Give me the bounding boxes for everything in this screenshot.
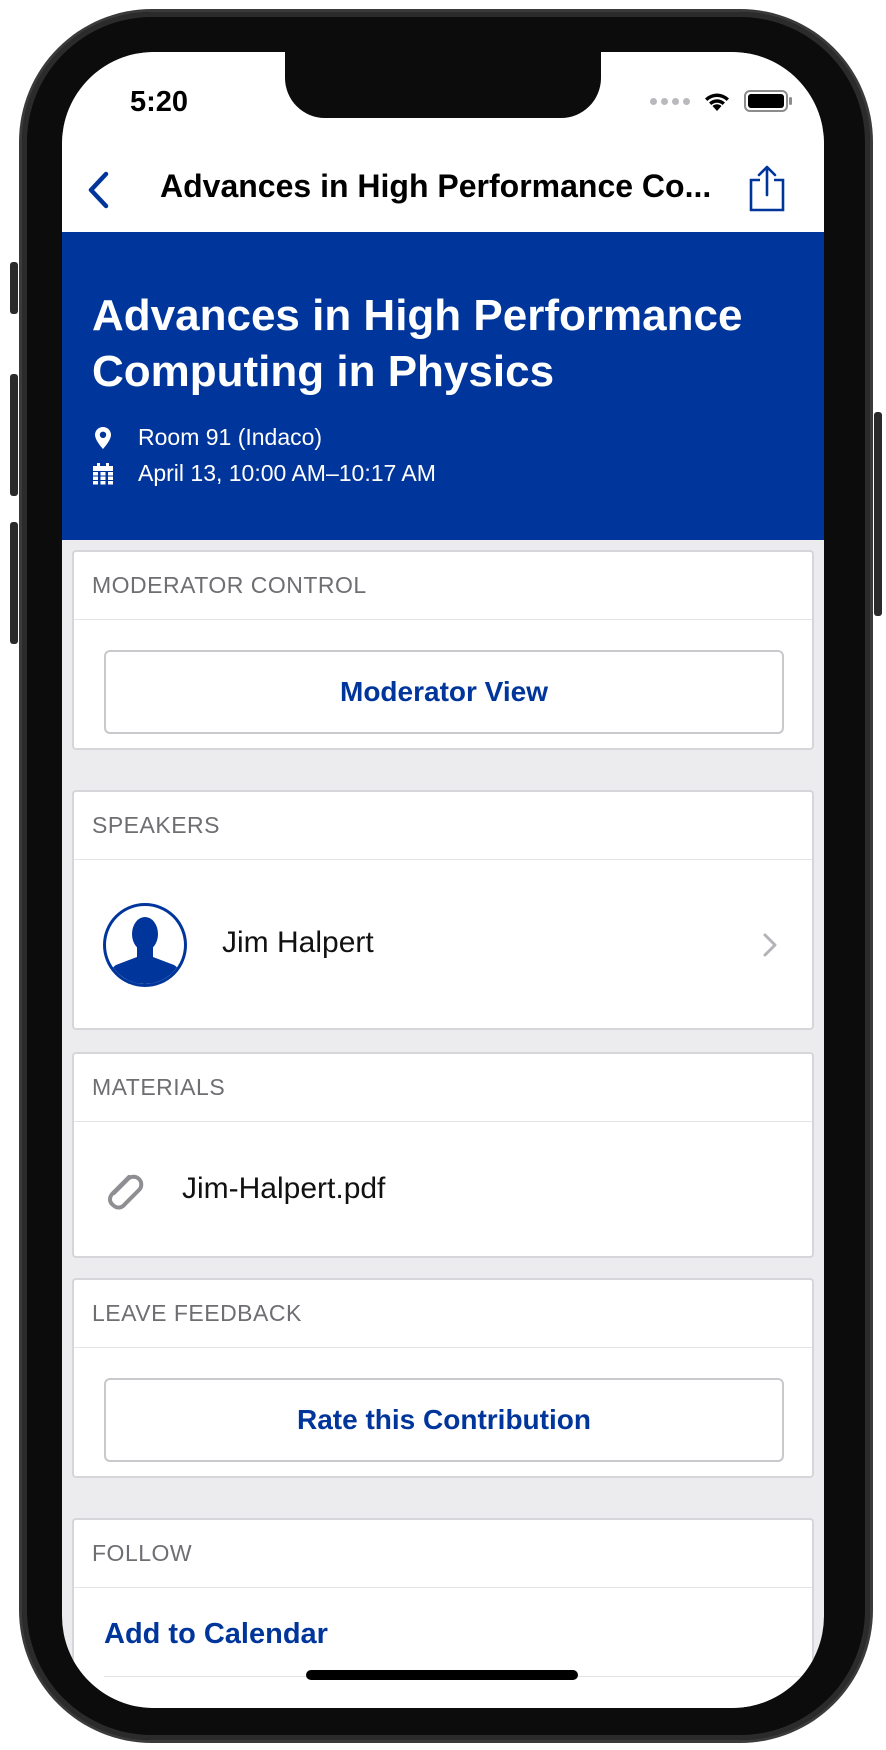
location-row: Room 91 (Indaco) bbox=[92, 424, 322, 451]
material-item[interactable]: Jim-Halpert.pdf bbox=[74, 1122, 812, 1258]
screen: 5:20 Advances in High Performance Co... bbox=[62, 52, 824, 1708]
chevron-right-icon bbox=[763, 933, 777, 957]
wifi-icon bbox=[705, 93, 729, 111]
materials-card: MATERIALS Jim-Halpert.pdf bbox=[72, 1052, 814, 1258]
signal-dots-icon bbox=[650, 97, 690, 105]
calendar-icon bbox=[92, 461, 114, 487]
moderator-control-card: MODERATOR CONTROL Moderator View bbox=[72, 550, 814, 750]
silent-switch bbox=[10, 262, 18, 314]
battery-icon bbox=[744, 90, 792, 112]
status-icons bbox=[650, 90, 792, 112]
datetime-row: April 13, 10:00 AM–10:17 AM bbox=[92, 460, 436, 487]
follow-section-title: FOLLOW bbox=[74, 1520, 812, 1588]
event-title: Advances in High Performance Computing i… bbox=[92, 288, 792, 400]
speakers-section-title: SPEAKERS bbox=[74, 792, 812, 860]
volume-down-button bbox=[10, 522, 18, 644]
event-title-line-2: Computing in Physics bbox=[92, 347, 555, 396]
nav-title: Advances in High Performance Co... bbox=[160, 168, 712, 204]
event-title-line-1: Advances in High Performance bbox=[92, 291, 743, 340]
feedback-card: LEAVE FEEDBACK Rate this Contribution bbox=[72, 1278, 814, 1478]
share-button[interactable] bbox=[742, 158, 792, 218]
back-button[interactable] bbox=[74, 166, 122, 214]
material-filename: Jim-Halpert.pdf bbox=[182, 1172, 386, 1205]
event-header: Advances in High Performance Computing i… bbox=[62, 232, 824, 540]
moderator-view-button[interactable]: Moderator View bbox=[104, 650, 784, 734]
share-icon bbox=[749, 165, 785, 212]
add-to-calendar-link[interactable]: Add to Calendar bbox=[104, 1618, 328, 1651]
materials-section-title: MATERIALS bbox=[74, 1054, 812, 1122]
volume-up-button bbox=[10, 374, 18, 496]
rate-contribution-button[interactable]: Rate this Contribution bbox=[104, 1378, 784, 1462]
feedback-section-title: LEAVE FEEDBACK bbox=[74, 1280, 812, 1348]
event-location: Room 91 (Indaco) bbox=[138, 424, 323, 450]
notch bbox=[285, 52, 601, 118]
paperclip-icon bbox=[108, 1174, 144, 1210]
event-datetime: April 13, 10:00 AM–10:17 AM bbox=[138, 460, 436, 486]
speaker-name: Jim Halpert bbox=[222, 926, 374, 959]
speaker-row[interactable]: Jim Halpert bbox=[74, 860, 812, 1030]
chevron-left-icon bbox=[88, 171, 109, 209]
person-silhouette-icon bbox=[103, 903, 187, 987]
home-indicator[interactable] bbox=[306, 1670, 578, 1680]
status-time: 5:20 bbox=[130, 86, 189, 118]
speakers-card: SPEAKERS Jim Halpert bbox=[72, 790, 814, 1030]
navigation-bar: Advances in High Performance Co... bbox=[62, 152, 824, 232]
power-button bbox=[874, 412, 882, 616]
moderator-section-title: MODERATOR CONTROL bbox=[74, 552, 812, 620]
map-pin-icon bbox=[92, 425, 114, 451]
